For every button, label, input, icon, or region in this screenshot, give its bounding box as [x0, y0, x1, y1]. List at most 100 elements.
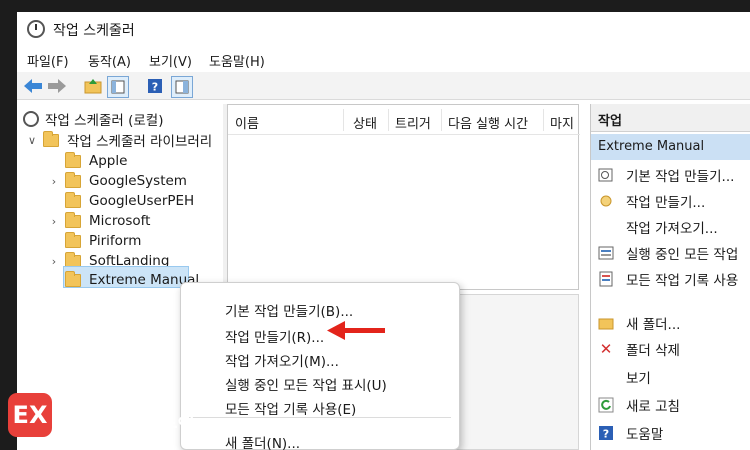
action-label: 도움말	[626, 427, 664, 443]
action-label: 새 폴더...	[626, 317, 681, 333]
up-folder-icon[interactable]	[83, 76, 103, 96]
ctx-create-task[interactable]: 작업 만들기(R)...	[225, 326, 324, 346]
menu-help[interactable]: 도움말(H)	[209, 51, 265, 70]
action-help[interactable]: ? 도움말	[591, 420, 750, 446]
folder-icon	[65, 270, 81, 287]
column-last-run[interactable]: 마지	[550, 113, 574, 132]
ctx-enable-history[interactable]: 모든 작업 기록 사용(E)	[225, 398, 356, 418]
ctx-new-folder[interactable]: 새 폴더(N)...	[225, 432, 300, 450]
action-label: 폴더 삭제	[626, 343, 680, 359]
folder-icon	[65, 191, 81, 208]
list-icon	[598, 245, 614, 261]
action-new-folder[interactable]: 새 폴더...	[591, 310, 750, 336]
column-next-run[interactable]: 다음 실행 시간	[448, 113, 528, 132]
context-menu-separator	[189, 417, 451, 418]
task-icon	[598, 193, 614, 209]
refresh-icon	[598, 397, 614, 413]
svg-text:?: ?	[152, 81, 158, 94]
tree-item-piriform[interactable]: Piriform	[65, 231, 141, 251]
action-label: 작업 가져오기...	[626, 221, 718, 237]
action-pane-icon[interactable]	[171, 76, 193, 98]
task-scheduler-window: 작업 스케줄러 파일(F) 동작(A) 보기(V) 도움말(H) ? 작업 스케…	[17, 12, 750, 450]
action-create-task[interactable]: 작업 만들기...	[591, 188, 750, 214]
clock-icon	[27, 20, 45, 38]
action-refresh[interactable]: 새로 고침	[591, 392, 750, 418]
action-label: 실행 중인 모든 작업	[626, 247, 739, 263]
chevron-right-icon[interactable]: ›	[47, 255, 61, 268]
tree-item-label: GoogleUserPEH	[89, 193, 195, 209]
red-arrow-icon	[327, 321, 385, 340]
logo-name: 익스트림 매뉴얼	[66, 415, 195, 437]
tree-item-googlesystem[interactable]: › GoogleSystem	[47, 171, 187, 191]
column-divider[interactable]	[388, 109, 389, 131]
chevron-down-icon[interactable]: ∨	[25, 134, 39, 147]
tree-item-label: GoogleSystem	[89, 173, 187, 189]
folder-icon	[65, 171, 81, 188]
svg-text:?: ?	[603, 428, 609, 441]
blank-icon	[598, 219, 614, 235]
help-icon: ?	[598, 425, 614, 441]
actions-header: 작업	[591, 104, 750, 132]
tree-item-label: Microsoft	[89, 213, 151, 229]
menu-view[interactable]: 보기(V)	[149, 51, 192, 70]
folder-icon	[65, 151, 81, 168]
column-trigger[interactable]: 트리거	[395, 113, 431, 132]
blank-icon	[598, 369, 614, 385]
wizard-icon	[598, 167, 614, 183]
action-import-task[interactable]: 작업 가져오기...	[591, 214, 750, 240]
watermark-logo: EX More Better IT Life 익스트림 매뉴얼	[8, 393, 228, 445]
ctx-show-running-tasks[interactable]: 실행 중인 모든 작업 표시(U)	[225, 374, 387, 394]
action-label: 기본 작업 만들기...	[626, 169, 735, 185]
column-divider[interactable]	[441, 109, 442, 131]
help-icon[interactable]: ?	[145, 76, 165, 96]
ctx-create-basic-task[interactable]: 기본 작업 만들기(B)...	[225, 300, 353, 320]
history-icon	[598, 271, 614, 287]
folder-clock-icon	[43, 130, 59, 147]
action-create-basic-task[interactable]: 기본 작업 만들기...	[591, 162, 750, 188]
column-name[interactable]: 이름	[235, 113, 259, 132]
ctx-import-task[interactable]: 작업 가져오기(M)...	[225, 350, 339, 370]
folder-icon	[65, 211, 81, 228]
chevron-right-icon[interactable]: ›	[47, 175, 61, 188]
window-title: 작업 스케줄러	[53, 23, 135, 39]
folder-icon	[65, 231, 81, 248]
delete-x-icon: ✕	[599, 340, 613, 358]
back-arrow-icon[interactable]	[23, 76, 43, 96]
forward-arrow-icon[interactable]	[47, 76, 67, 96]
tree-library-label: 작업 스케줄러 라이브러리	[67, 134, 213, 150]
menu-file[interactable]: 파일(F)	[27, 51, 69, 70]
tree-library[interactable]: ∨ 작업 스케줄러 라이브러리	[25, 130, 212, 150]
menu-bar: 파일(F) 동작(A) 보기(V) 도움말(H)	[17, 46, 750, 72]
chevron-right-icon[interactable]: ›	[47, 215, 61, 228]
toolbar: ?	[17, 72, 750, 100]
task-list-header: 이름 상태 트리거 다음 실행 시간 마지	[228, 105, 580, 135]
action-label: 보기	[626, 371, 651, 387]
action-label: 작업 만들기...	[626, 195, 706, 211]
column-status[interactable]: 상태	[353, 113, 377, 132]
action-enable-history[interactable]: 모든 작업 기록 사용	[591, 266, 750, 292]
action-label: 새로 고침	[626, 399, 680, 415]
new-folder-icon	[598, 315, 614, 331]
clock-icon	[23, 111, 39, 127]
tree-item-googleuserpeh[interactable]: GoogleUserPEH	[65, 191, 194, 211]
menu-action[interactable]: 동작(A)	[88, 51, 131, 70]
actions-subheader[interactable]: Extreme Manual	[591, 134, 750, 160]
tree-item-label: Piriform	[89, 233, 142, 249]
action-running-tasks[interactable]: 실행 중인 모든 작업	[591, 240, 750, 266]
column-divider[interactable]	[543, 109, 544, 131]
action-view[interactable]: 보기	[591, 364, 750, 390]
task-list: 이름 상태 트리거 다음 실행 시간 마지	[227, 104, 580, 290]
column-divider[interactable]	[343, 109, 344, 131]
action-delete-folder[interactable]: ✕ 폴더 삭제	[591, 336, 750, 362]
tree-root[interactable]: 작업 스케줄러 (로컬)	[23, 109, 163, 129]
logo-tagline: More Better IT Life	[66, 400, 151, 409]
tree-item-microsoft[interactable]: › Microsoft	[47, 211, 150, 231]
tree-root-label: 작업 스케줄러 (로컬)	[45, 113, 164, 129]
actions-pane: 작업 Extreme Manual 기본 작업 만들기... 작업 만들기...…	[590, 104, 750, 450]
title-bar: 작업 스케줄러	[17, 12, 750, 46]
tree-item-apple[interactable]: Apple	[65, 151, 127, 171]
console-tree-icon[interactable]	[107, 76, 129, 98]
tree-item-label: Apple	[89, 153, 128, 169]
logo-badge: EX	[8, 393, 52, 437]
action-label: 모든 작업 기록 사용	[626, 273, 739, 289]
